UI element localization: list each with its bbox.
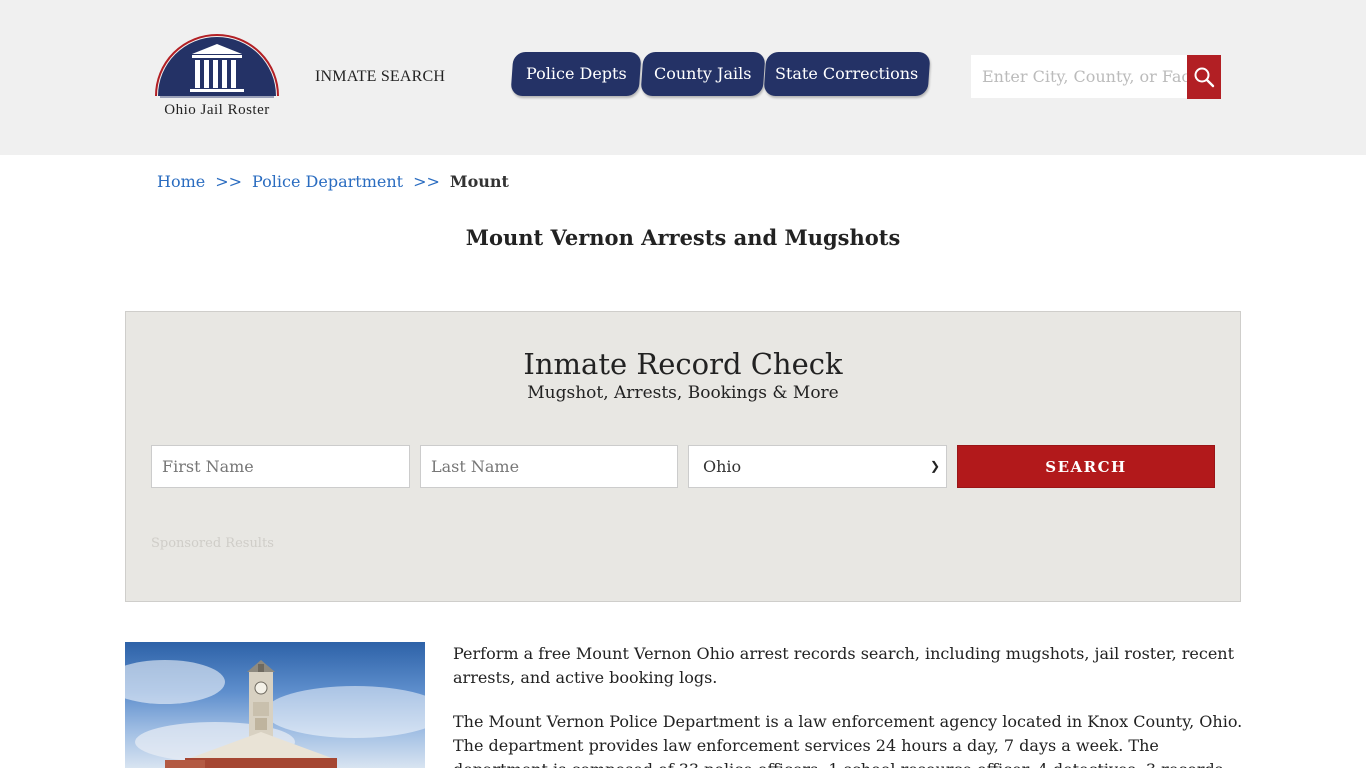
courthouse-logo-icon: [155, 34, 279, 98]
state-select-value: Ohio: [703, 457, 742, 476]
intro-paragraph: Perform a free Mount Vernon Ohio arrest …: [453, 644, 1235, 687]
last-name-input[interactable]: [420, 445, 678, 488]
site-logo[interactable]: Ohio Jail Roster: [146, 34, 288, 122]
clock-tower-image: [125, 660, 425, 768]
inmate-record-check-panel: Inmate Record Check Mugshot, Arrests, Bo…: [125, 311, 1241, 602]
logo-text: Ohio Jail Roster: [164, 102, 270, 118]
page-title: Mount Vernon Arrests and Mugshots: [465, 225, 901, 250]
city-hall-photo: [125, 642, 425, 768]
first-name-input[interactable]: [151, 445, 410, 488]
search-icon: [1194, 67, 1215, 88]
record-check-subtitle: Mugshot, Arrests, Bookings & More: [527, 383, 839, 403]
record-search-button[interactable]: SEARCH: [957, 445, 1215, 488]
department-paragraph: The Mount Vernon Police Department is a …: [453, 712, 1243, 768]
nav-tab-police-depts[interactable]: Police Depts: [510, 52, 642, 96]
site-header: Ohio Jail Roster INMATE SEARCH Police De…: [0, 0, 1366, 155]
breadcrumb-separator: >>: [215, 172, 243, 191]
facility-search-input[interactable]: [971, 55, 1187, 98]
nav-tab-label: Police Depts: [525, 64, 627, 83]
breadcrumb-police-department[interactable]: Police Department: [252, 172, 403, 191]
sponsored-results-label: Sponsored Results: [151, 536, 274, 551]
facility-search-button[interactable]: [1187, 55, 1221, 99]
state-select[interactable]: Ohio: [688, 445, 947, 488]
breadcrumb: Home >> Police Department >> Mount: [157, 172, 509, 191]
breadcrumb-current: Mount: [449, 172, 509, 191]
breadcrumb-home[interactable]: Home: [157, 172, 205, 191]
inmate-search-link[interactable]: INMATE SEARCH: [315, 68, 445, 86]
record-check-title: Inmate Record Check: [523, 347, 843, 381]
nav-tab-label: State Corrections: [775, 64, 919, 83]
nav-tab-label: County Jails: [654, 64, 752, 83]
breadcrumb-separator: >>: [413, 172, 440, 191]
nav-tab-state-corrections[interactable]: State Corrections: [763, 52, 931, 96]
nav-tab-county-jails[interactable]: County Jails: [640, 52, 766, 96]
